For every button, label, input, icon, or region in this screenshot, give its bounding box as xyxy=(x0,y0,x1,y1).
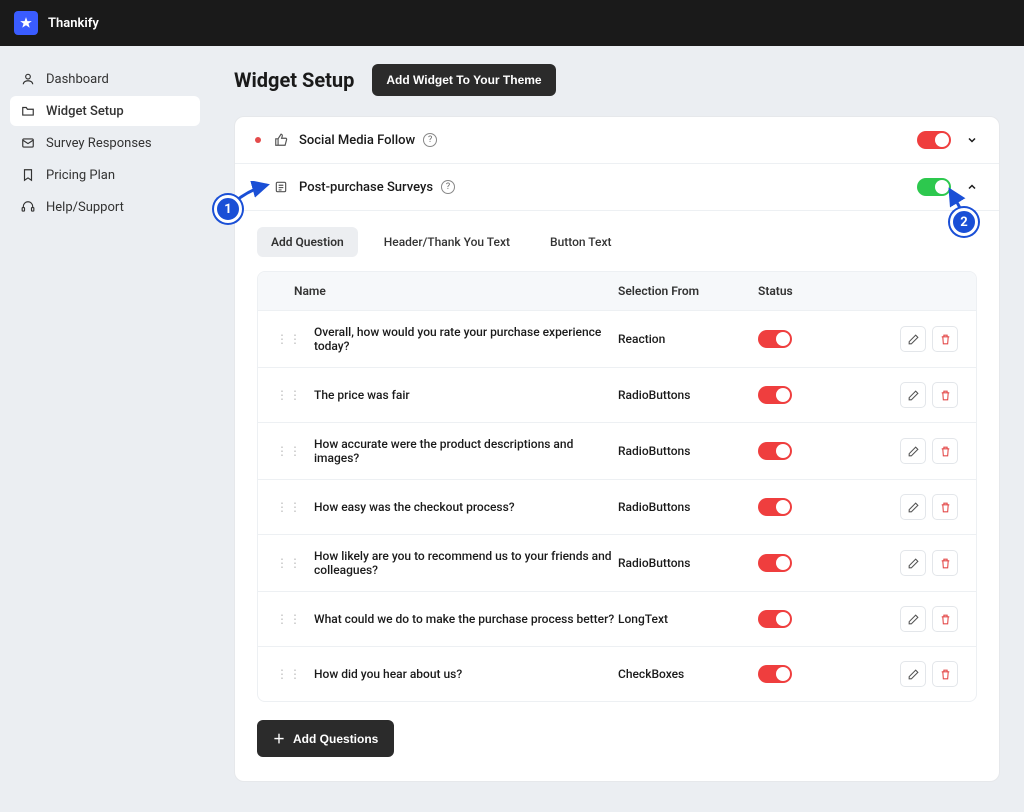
add-questions-button[interactable]: ＋ Add Questions xyxy=(257,720,394,757)
delete-button[interactable] xyxy=(932,550,958,576)
selection-from: LongText xyxy=(618,612,758,626)
delete-button[interactable] xyxy=(932,494,958,520)
sidebar-item-label: Survey Responses xyxy=(46,136,152,151)
chevron-down-icon[interactable] xyxy=(965,133,979,147)
thumbs-up-icon xyxy=(273,132,289,148)
tab-button-text[interactable]: Button Text xyxy=(536,227,626,257)
edit-button[interactable] xyxy=(900,550,926,576)
survey-icon xyxy=(273,179,289,195)
status-dot xyxy=(255,137,261,143)
question-toggle[interactable] xyxy=(758,386,792,404)
brand-logo xyxy=(14,11,38,35)
sidebar-item-help-support[interactable]: Help/Support xyxy=(10,192,200,222)
tab-header-thank-you[interactable]: Header/Thank You Text xyxy=(370,227,524,257)
selection-from: RadioButtons xyxy=(618,500,758,514)
widget-sections-card: Social Media Follow ? Post-purchase Surv… xyxy=(234,116,1000,782)
help-icon[interactable]: ? xyxy=(423,133,437,147)
mail-icon xyxy=(20,135,36,151)
header-status: Status xyxy=(758,284,878,298)
user-icon xyxy=(20,71,36,87)
plus-icon: ＋ xyxy=(273,730,285,747)
section-label: Post-purchase Surveys xyxy=(299,180,433,195)
add-widget-button[interactable]: Add Widget To Your Theme xyxy=(372,64,555,96)
question-name: How accurate were the product descriptio… xyxy=(314,437,618,465)
table-row: ⋮⋮ How easy was the checkout process?Radi… xyxy=(258,479,976,534)
question-name: How did you hear about us? xyxy=(314,667,618,681)
section-post-purchase-surveys[interactable]: Post-purchase Surveys ? xyxy=(235,164,999,211)
question-toggle[interactable] xyxy=(758,498,792,516)
selection-from: CheckBoxes xyxy=(618,667,758,681)
question-toggle[interactable] xyxy=(758,665,792,683)
panel-tabs: Add Question Header/Thank You Text Butto… xyxy=(235,227,999,271)
topbar: Thankify xyxy=(0,0,1024,46)
section-social-media-follow[interactable]: Social Media Follow ? xyxy=(235,117,999,164)
drag-handle-icon[interactable]: ⋮⋮ xyxy=(276,332,302,346)
sidebar-item-dashboard[interactable]: Dashboard xyxy=(10,64,200,94)
table-row: ⋮⋮ How likely are you to recommend us to … xyxy=(258,534,976,591)
sidebar-item-label: Help/Support xyxy=(46,200,124,215)
bookmark-icon xyxy=(20,167,36,183)
folder-icon xyxy=(20,103,36,119)
question-name: Overall, how would you rate your purchas… xyxy=(314,325,618,353)
drag-handle-icon[interactable]: ⋮⋮ xyxy=(276,556,302,570)
question-name: How likely are you to recommend us to yo… xyxy=(314,549,618,577)
sidebar-item-label: Dashboard xyxy=(46,72,109,87)
edit-button[interactable] xyxy=(900,438,926,464)
delete-button[interactable] xyxy=(932,382,958,408)
section-label: Social Media Follow xyxy=(299,133,415,148)
question-toggle[interactable] xyxy=(758,442,792,460)
help-icon[interactable]: ? xyxy=(441,180,455,194)
selection-from: RadioButtons xyxy=(618,556,758,570)
drag-handle-icon[interactable]: ⋮⋮ xyxy=(276,612,302,626)
annotation-badge-1: 1 xyxy=(214,195,242,223)
edit-button[interactable] xyxy=(900,382,926,408)
table-row: ⋮⋮ How did you hear about us?CheckBoxes xyxy=(258,646,976,701)
delete-button[interactable] xyxy=(932,438,958,464)
question-toggle[interactable] xyxy=(758,554,792,572)
sidebar-item-widget-setup[interactable]: Widget Setup xyxy=(10,96,200,126)
add-questions-label: Add Questions xyxy=(293,732,378,746)
section-toggle[interactable] xyxy=(917,131,951,149)
delete-button[interactable] xyxy=(932,606,958,632)
drag-handle-icon[interactable]: ⋮⋮ xyxy=(276,444,302,458)
question-toggle[interactable] xyxy=(758,610,792,628)
edit-button[interactable] xyxy=(900,606,926,632)
sidebar-item-survey-responses[interactable]: Survey Responses xyxy=(10,128,200,158)
headset-icon xyxy=(20,199,36,215)
table-header: Name Selection From Status xyxy=(258,272,976,310)
edit-button[interactable] xyxy=(900,661,926,687)
main-content: Widget Setup Add Widget To Your Theme So… xyxy=(210,46,1024,812)
drag-handle-icon[interactable]: ⋮⋮ xyxy=(276,388,302,402)
question-toggle[interactable] xyxy=(758,330,792,348)
survey-panel: Add Question Header/Thank You Text Butto… xyxy=(235,211,999,781)
table-row: ⋮⋮ How accurate were the product descript… xyxy=(258,422,976,479)
table-row: ⋮⋮ What could we do to make the purchase … xyxy=(258,591,976,646)
annotation-badge-2: 2 xyxy=(950,208,978,236)
selection-from: RadioButtons xyxy=(618,388,758,402)
drag-handle-icon[interactable]: ⋮⋮ xyxy=(276,667,302,681)
edit-button[interactable] xyxy=(900,326,926,352)
edit-button[interactable] xyxy=(900,494,926,520)
header-selection: Selection From xyxy=(618,284,758,298)
selection-from: RadioButtons xyxy=(618,444,758,458)
delete-button[interactable] xyxy=(932,661,958,687)
selection-from: Reaction xyxy=(618,332,758,346)
sidebar-item-label: Widget Setup xyxy=(46,104,124,119)
question-name: The price was fair xyxy=(314,388,618,402)
questions-table: Name Selection From Status ⋮⋮ Overall, ho… xyxy=(257,271,977,702)
sidebar-item-label: Pricing Plan xyxy=(46,168,115,183)
drag-handle-icon[interactable]: ⋮⋮ xyxy=(276,500,302,514)
question-name: What could we do to make the purchase pr… xyxy=(314,612,618,626)
sidebar: Dashboard Widget Setup Survey Responses … xyxy=(0,46,210,812)
tab-add-question[interactable]: Add Question xyxy=(257,227,358,257)
table-row: ⋮⋮ The price was fairRadioButtons xyxy=(258,367,976,422)
brand-name: Thankify xyxy=(48,16,99,31)
sidebar-item-pricing-plan[interactable]: Pricing Plan xyxy=(10,160,200,190)
page-title: Widget Setup xyxy=(234,68,354,92)
table-row: ⋮⋮ Overall, how would you rate your purch… xyxy=(258,310,976,367)
delete-button[interactable] xyxy=(932,326,958,352)
header-name: Name xyxy=(276,284,618,298)
question-name: How easy was the checkout process? xyxy=(314,500,618,514)
